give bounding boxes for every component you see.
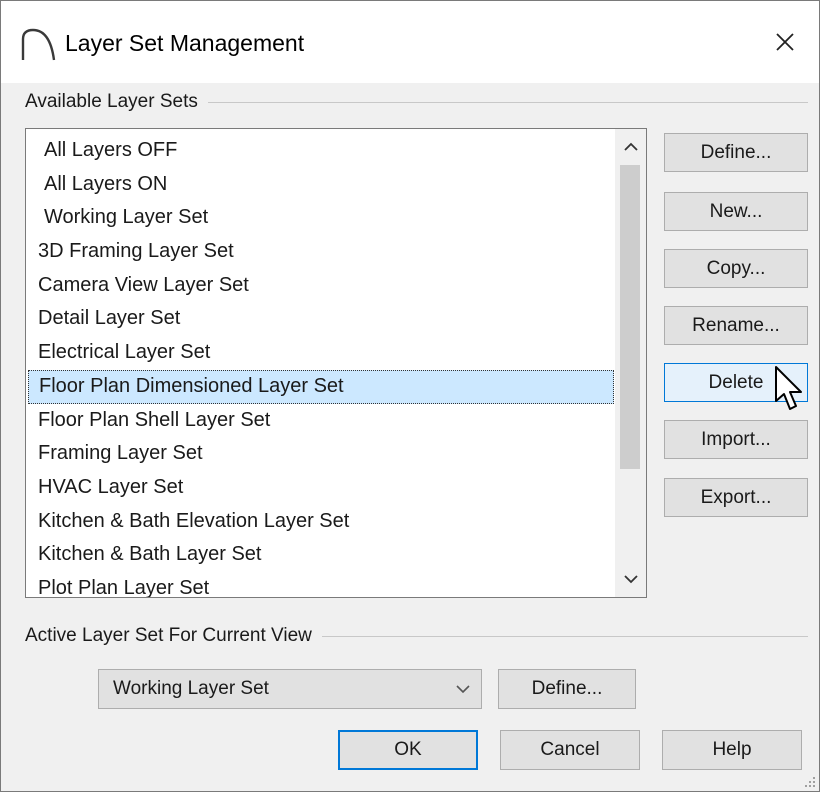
list-item[interactable]: Plot Plan Layer Set (28, 572, 616, 597)
resize-grip-icon[interactable] (804, 776, 816, 788)
list-item[interactable]: Floor Plan Dimensioned Layer Set (28, 369, 614, 404)
list-item[interactable]: Kitchen & Bath Elevation Layer Set (28, 505, 616, 539)
list-item[interactable]: Kitchen & Bath Layer Set (28, 538, 616, 572)
list-item[interactable]: Framing Layer Set (28, 437, 616, 471)
arch-icon (21, 28, 56, 61)
list-item[interactable]: 3D Framing Layer Set (28, 235, 616, 269)
list-item[interactable]: Floor Plan Shell Layer Set (28, 404, 616, 438)
window-title: Layer Set Management (65, 30, 305, 56)
available-group-label: Available Layer Sets (25, 90, 208, 114)
close-icon (776, 33, 794, 51)
list-item[interactable]: Detail Layer Set (28, 302, 616, 336)
active-define-button[interactable]: Define... (498, 669, 636, 709)
active-layer-set-select[interactable]: Working Layer Set (98, 669, 482, 709)
scroll-up-button[interactable] (615, 131, 646, 163)
import-button[interactable]: Import... (664, 420, 808, 459)
list-item[interactable]: All Layers ON (28, 168, 616, 202)
list-item[interactable]: Camera View Layer Set (28, 269, 616, 303)
active-layer-set-value: Working Layer Set (113, 678, 269, 699)
list-scrollbar[interactable] (615, 129, 646, 597)
export-button[interactable]: Export... (664, 478, 808, 517)
cancel-button[interactable]: Cancel (500, 730, 640, 770)
help-button[interactable]: Help (662, 730, 802, 770)
copy-button[interactable]: Copy... (664, 249, 808, 288)
chevron-down-icon (456, 685, 470, 694)
scroll-down-button[interactable] (615, 563, 646, 595)
list-item[interactable]: Electrical Layer Set (28, 336, 616, 370)
close-button[interactable] (751, 1, 819, 83)
chevron-down-icon (623, 575, 638, 584)
dialog-window: Layer Set Management Available Layer Set… (0, 0, 820, 792)
title-bar: Layer Set Management (1, 1, 819, 83)
list-item[interactable]: HVAC Layer Set (28, 471, 616, 505)
list-item[interactable]: Working Layer Set (28, 201, 616, 235)
ok-button[interactable]: OK (338, 730, 478, 770)
rename-button[interactable]: Rename... (664, 306, 808, 345)
scroll-thumb[interactable] (620, 165, 640, 469)
active-group-label: Active Layer Set For Current View (25, 624, 322, 648)
new-button[interactable]: New... (664, 192, 808, 231)
layer-set-list-items: All Layers OFF All Layers ON Working Layer… (26, 134, 616, 597)
list-item[interactable]: All Layers OFF (28, 134, 616, 168)
mouse-pointer-icon (775, 366, 802, 410)
define-button[interactable]: Define... (664, 133, 808, 172)
layer-set-list[interactable]: All Layers OFF All Layers ON Working Layer… (25, 128, 647, 598)
chevron-up-icon (623, 142, 638, 151)
